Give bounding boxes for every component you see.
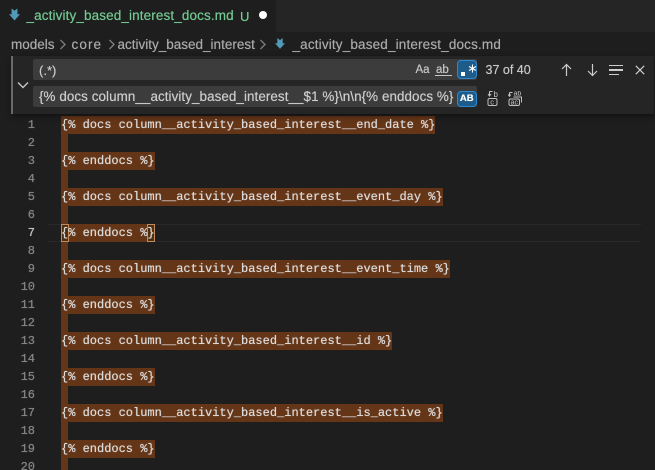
svg-text:ac: ac <box>510 99 518 105</box>
svg-text:b: b <box>493 91 498 99</box>
svg-text:c: c <box>490 97 494 106</box>
